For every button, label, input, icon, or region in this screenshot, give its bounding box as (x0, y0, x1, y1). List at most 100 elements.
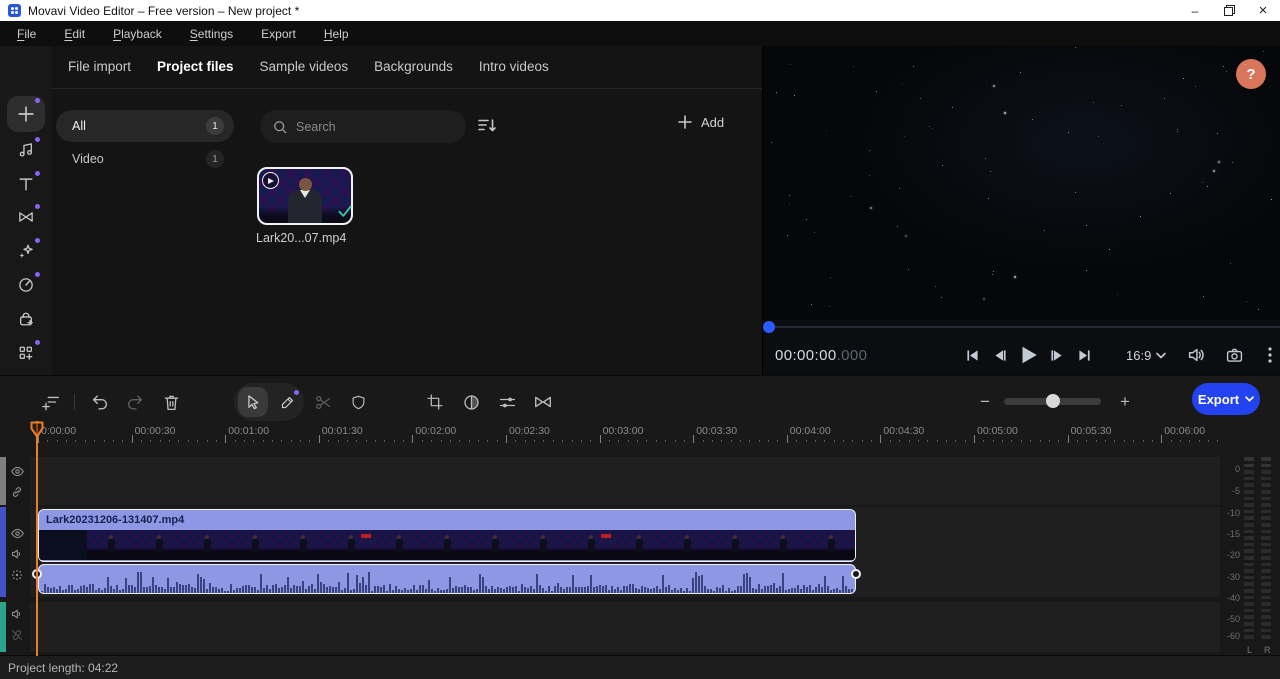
marker-button[interactable] (346, 390, 370, 414)
timeline-ruler[interactable]: 0:00:00 00:00:30 00:01:00 00:01:30 00:02:00 0… (30, 421, 1230, 449)
waveform-bar (770, 585, 772, 593)
waveform-bar (380, 586, 382, 593)
sidebar-item-effects[interactable] (7, 236, 45, 266)
waveform-bar (707, 588, 709, 593)
sidebar-item-stickers[interactable] (7, 304, 45, 334)
more-options-button[interactable] (1259, 344, 1280, 366)
previous-frame-button[interactable] (989, 344, 1011, 366)
audio-track-row[interactable] (30, 602, 1220, 652)
tab-sample-videos[interactable]: Sample videos (260, 59, 349, 84)
meter-led (1244, 542, 1254, 547)
waveform-bar (584, 586, 586, 593)
volume-button[interactable] (1185, 344, 1207, 366)
help-button[interactable]: ? (1236, 59, 1266, 89)
export-button[interactable]: Export (1192, 383, 1260, 415)
waveform-bar (347, 572, 349, 593)
ruler-tick (1133, 440, 1135, 442)
aspect-ratio-dropdown[interactable]: 16:9 (1126, 348, 1167, 363)
overlay-track-visibility-button[interactable] (8, 462, 26, 480)
menu-file[interactable]: File (6, 24, 47, 44)
sidebar-item-import-media[interactable] (7, 96, 45, 132)
zoom-out-button[interactable]: − (973, 390, 997, 414)
video-track-mute-button[interactable] (8, 545, 26, 563)
delete-button[interactable] (159, 390, 183, 414)
waveform-bar (434, 590, 436, 593)
color-adjustments-button[interactable] (459, 390, 483, 414)
menu-export[interactable]: Export (250, 24, 307, 44)
next-frame-button[interactable] (1045, 344, 1067, 366)
transition-button[interactable] (531, 390, 555, 414)
zoom-slider-handle[interactable] (1046, 394, 1060, 408)
undo-button[interactable] (88, 390, 112, 414)
filmstrip-frame (615, 530, 663, 560)
overlay-track-row[interactable] (30, 457, 1220, 505)
playhead-pin[interactable] (29, 421, 45, 444)
star (897, 226, 898, 227)
tab-file-import[interactable]: File import (68, 59, 131, 84)
sidebar-item-audio[interactable] (7, 135, 45, 165)
menu-help[interactable]: Help (313, 24, 360, 44)
menu-playback[interactable]: Playback (102, 24, 173, 44)
skip-to-start-button[interactable] (961, 344, 983, 366)
cut-button[interactable] (311, 390, 335, 414)
project-length-text: Project length: 04:22 (8, 660, 119, 675)
zoom-in-button[interactable]: + (1113, 390, 1137, 414)
menu-settings[interactable]: Settings (179, 24, 244, 44)
sidebar-item-titles[interactable] (7, 169, 45, 199)
tab-backgrounds[interactable]: Backgrounds (374, 59, 453, 84)
waveform-bar (827, 586, 829, 593)
waveform-bar (815, 586, 817, 593)
restore-button[interactable] (1212, 0, 1246, 21)
app-icon (8, 4, 21, 17)
new-badge-dot (35, 171, 40, 176)
crop-button[interactable] (423, 390, 447, 414)
seek-track[interactable] (763, 326, 1280, 328)
clip-properties-button[interactable] (495, 390, 519, 414)
snapshot-button[interactable] (1223, 344, 1245, 366)
waveform-bar (293, 584, 295, 593)
ruler-tick (618, 440, 620, 442)
waveform-bar (443, 589, 445, 593)
meter-led (1244, 523, 1254, 527)
waveform-bar (563, 588, 565, 593)
waveform-bar (530, 585, 532, 593)
timeline-audio-clip[interactable] (38, 564, 856, 594)
add-track-button[interactable] (39, 390, 63, 414)
audio-track-mute-button[interactable] (8, 605, 26, 623)
filmstrip-frame (519, 530, 567, 560)
search-box[interactable] (260, 110, 466, 143)
redo-button[interactable] (123, 390, 147, 414)
seek-handle[interactable] (763, 321, 775, 333)
skip-to-end-button[interactable] (1073, 344, 1095, 366)
marker-tool-button[interactable] (272, 387, 302, 417)
sidebar-item-filters[interactable] (7, 270, 45, 300)
ruler-tick (983, 440, 985, 442)
video-track-motion-button[interactable] (8, 566, 26, 584)
timeline-zoom-slider[interactable] (1004, 394, 1101, 408)
add-button[interactable]: Add (677, 114, 724, 130)
overlay-track-link-button[interactable] (8, 483, 26, 501)
search-input[interactable] (296, 119, 446, 134)
ruler-tick (253, 440, 255, 442)
play-button[interactable] (1017, 344, 1039, 366)
tab-intro-videos[interactable]: Intro videos (479, 59, 549, 84)
filter-video[interactable]: Video 1 (56, 148, 234, 170)
timeline-toolbar: − + Export (0, 376, 1280, 421)
minimize-button[interactable]: – (1178, 0, 1212, 21)
menu-edit[interactable]: Edit (53, 24, 96, 44)
select-tool-button[interactable] (238, 387, 268, 417)
sidebar-item-transitions[interactable] (7, 202, 45, 232)
video-track-visibility-button[interactable] (8, 524, 26, 542)
playhead-line[interactable] (36, 421, 38, 656)
sort-button[interactable] (476, 114, 500, 138)
audio-track-stripe (0, 602, 6, 652)
tab-project-files[interactable]: Project files (157, 59, 234, 84)
audio-track-unlink-button[interactable] (8, 626, 26, 644)
seek-bar[interactable] (763, 320, 1280, 335)
thumbnail-play-icon[interactable] (262, 172, 279, 189)
filter-all[interactable]: All 1 (56, 110, 234, 142)
clip-right-handle[interactable] (851, 569, 861, 579)
close-button[interactable]: × (1246, 0, 1280, 21)
sidebar-item-more-tools[interactable] (7, 338, 45, 368)
timeline-video-clip[interactable]: Lark20231206-131407.mp4 (38, 509, 856, 562)
